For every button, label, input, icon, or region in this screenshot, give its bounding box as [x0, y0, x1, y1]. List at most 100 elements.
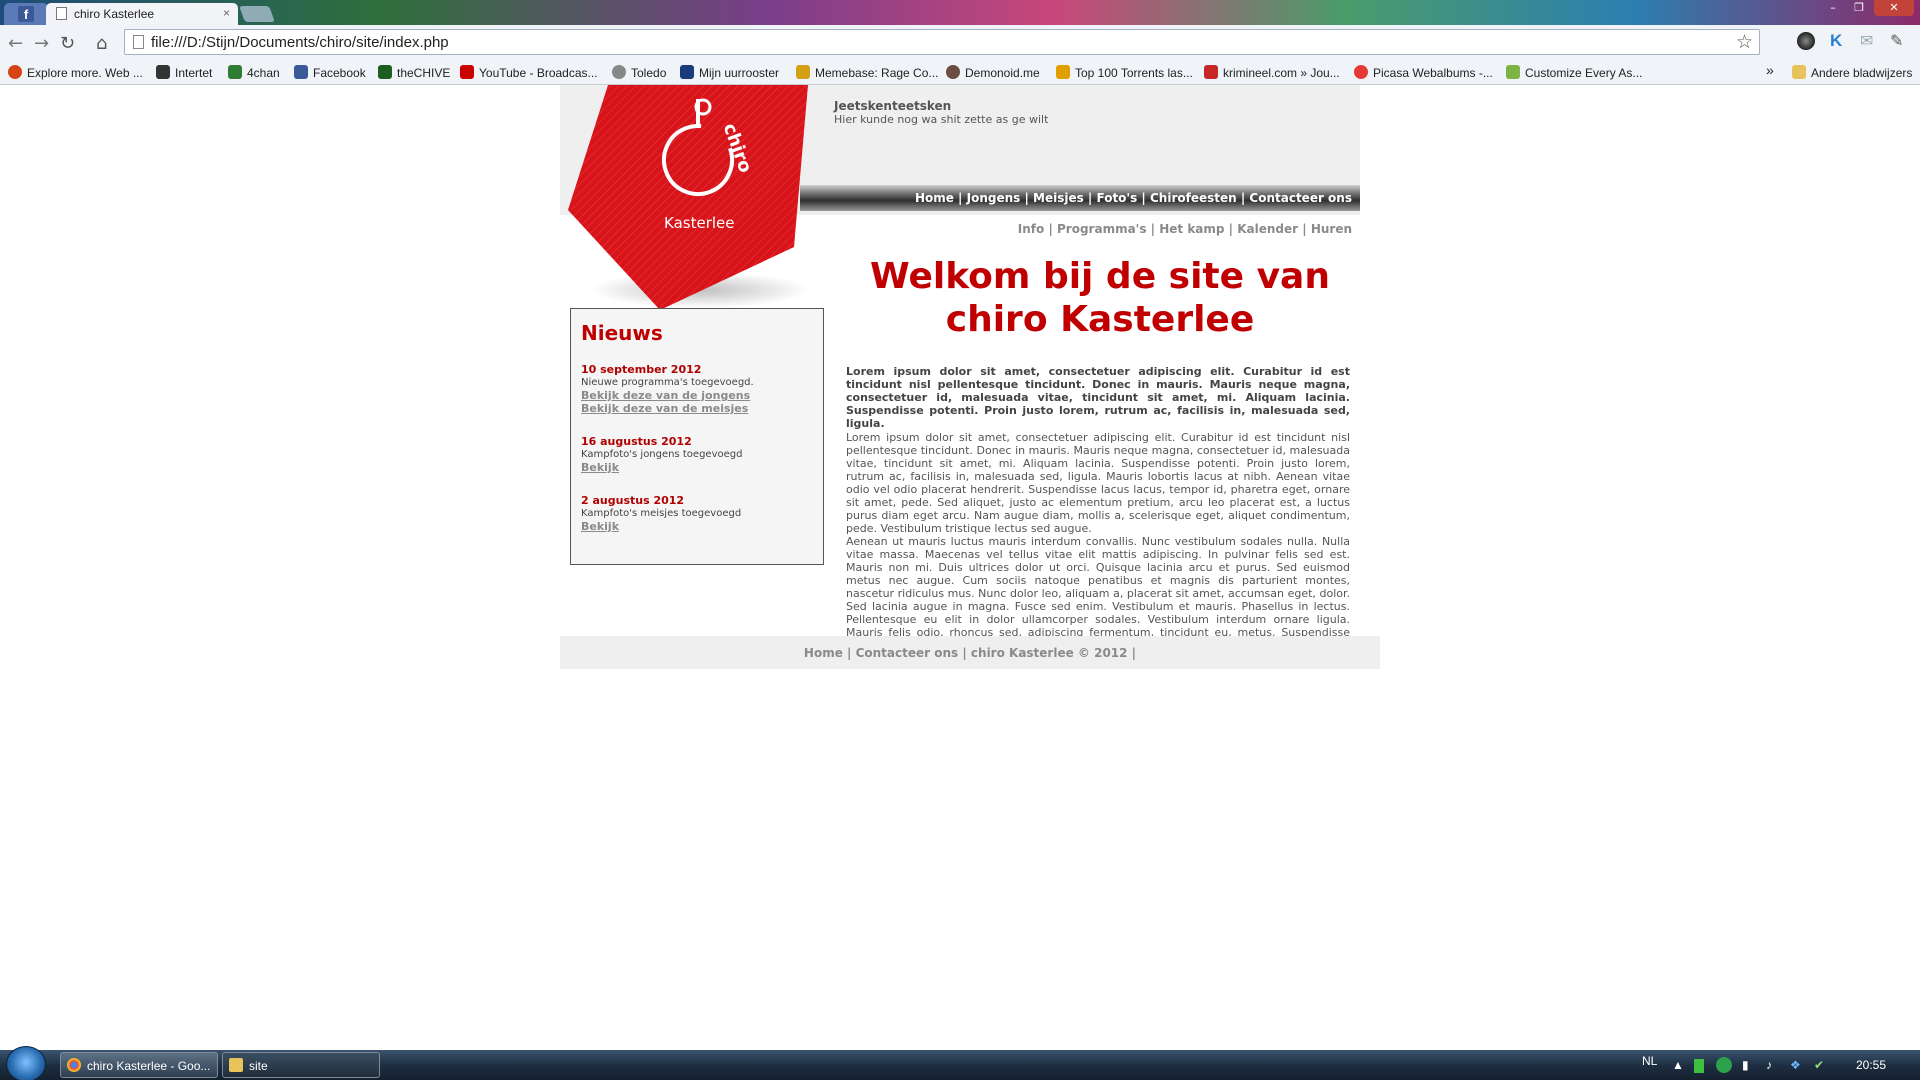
- folder-icon: [229, 1058, 243, 1072]
- taskbar-item-folder[interactable]: site: [222, 1052, 380, 1078]
- bookmark-favicon-icon: [228, 65, 242, 79]
- news-item: 16 augustus 2012 Kampfoto's jongens toeg…: [581, 435, 813, 474]
- maximize-button[interactable]: ❐: [1848, 0, 1870, 16]
- chrome-icon: [67, 1058, 81, 1072]
- news-text: Kampfoto's meisjes toegevoegd: [581, 508, 742, 519]
- page-icon: [56, 7, 67, 20]
- tab-title: chiro Kasterlee: [74, 7, 155, 21]
- taskbar-item-chrome[interactable]: chiro Kasterlee - Goo...: [60, 1052, 218, 1078]
- new-tab-button[interactable]: [239, 6, 275, 22]
- bookmark-favicon-icon: [156, 65, 170, 79]
- news-link[interactable]: Bekijk: [581, 520, 813, 533]
- extension-k-icon[interactable]: K: [1830, 31, 1848, 50]
- network-icon[interactable]: ▮: [1742, 1058, 1749, 1072]
- bookmark-item[interactable]: krimineel.com » Jou...: [1204, 65, 1340, 80]
- intro-paragraph: Lorem ipsum dolor sit amet, consectetuer…: [846, 365, 1350, 430]
- show-hidden-icons-icon[interactable]: ▲: [1672, 1058, 1684, 1072]
- site-footer: Home | Contacteer ons | chiro Kasterlee …: [560, 636, 1380, 669]
- page-icon: [133, 35, 144, 49]
- news-text: Kampfoto's jongens toegevoegd: [581, 449, 743, 460]
- home-icon[interactable]: ⌂: [96, 33, 107, 54]
- bookmark-favicon-icon: [8, 65, 22, 79]
- bookmark-favicon-icon: [294, 65, 308, 79]
- bookmark-item[interactable]: Facebook: [294, 65, 366, 80]
- volume-icon[interactable]: ♪: [1766, 1058, 1772, 1072]
- news-date: 10 september 2012: [581, 363, 702, 376]
- tab-strip: f chiro Kasterlee × – ❐ ✕: [0, 0, 1920, 25]
- windows-taskbar: chiro Kasterlee - Goo... site NL ▲ ▮ ♪ ❖…: [0, 1046, 1920, 1080]
- url-text[interactable]: file:///D:/Stijn/Documents/chiro/site/in…: [151, 34, 449, 51]
- bookmark-item[interactable]: Customize Every As...: [1506, 65, 1642, 80]
- bookmark-item[interactable]: 4chan: [228, 65, 280, 80]
- whatsapp-icon[interactable]: [1716, 1057, 1732, 1073]
- browser-toolbar: ← → ↻ ⌂ file:///D:/Stijn/Documents/chiro…: [0, 25, 1920, 60]
- bookmark-favicon-icon: [612, 65, 626, 79]
- reload-icon[interactable]: ↻: [60, 33, 75, 54]
- window-controls: – ❐ ✕: [1822, 0, 1914, 16]
- update-icon[interactable]: ✔: [1814, 1058, 1824, 1072]
- news-link[interactable]: Bekijk: [581, 461, 813, 474]
- bookmarks-bar: Explore more. Web ... Intertet 4chan Fac…: [0, 60, 1920, 85]
- extension-mail-icon[interactable]: ✉: [1860, 31, 1878, 50]
- news-box: Nieuws 10 september 2012 Nieuwe programm…: [570, 308, 824, 565]
- wrench-icon[interactable]: ✎: [1890, 31, 1908, 50]
- news-item: 2 augustus 2012 Kampfoto's meisjes toege…: [581, 494, 813, 533]
- bookmarks-more-icon[interactable]: »: [1766, 62, 1774, 78]
- other-bookmarks-folder[interactable]: Andere bladwijzers: [1792, 65, 1912, 80]
- news-item: 10 september 2012 Nieuwe programma's toe…: [581, 363, 813, 415]
- tab-close-icon[interactable]: ×: [223, 6, 230, 20]
- battery-icon[interactable]: [1694, 1059, 1704, 1073]
- main-navigation: Home | Jongens | Meisjes | Foto's | Chir…: [800, 185, 1360, 211]
- news-date: 16 augustus 2012: [581, 435, 692, 448]
- sub-navigation[interactable]: Info | Programma's | Het kamp | Kalender…: [1018, 222, 1352, 236]
- folder-icon: [1792, 65, 1806, 79]
- news-date: 2 augustus 2012: [581, 494, 685, 507]
- facebook-icon: f: [18, 6, 34, 22]
- body-paragraph: Aenean ut mauris luctus mauris interdum …: [846, 535, 1350, 652]
- close-window-button[interactable]: ✕: [1874, 0, 1914, 16]
- tab-chiro-kasterlee[interactable]: chiro Kasterlee ×: [46, 3, 238, 25]
- bookmark-item[interactable]: YouTube - Broadcas...: [460, 65, 598, 80]
- pinned-tab-facebook[interactable]: f: [4, 3, 48, 25]
- main-nav-links[interactable]: Home | Jongens | Meisjes | Foto's | Chir…: [915, 191, 1352, 205]
- bookmark-star-icon[interactable]: ☆: [1736, 31, 1753, 53]
- bookmark-favicon-icon: [796, 65, 810, 79]
- header-title: Jeetskenteetsken: [834, 99, 952, 113]
- bookmark-favicon-icon: [1506, 65, 1520, 79]
- start-button[interactable]: [6, 1046, 46, 1080]
- news-text: Nieuwe programma's toegevoegd.: [581, 377, 754, 388]
- bookmark-item[interactable]: Intertet: [156, 65, 212, 80]
- welcome-heading: Welkom bij de site van chiro Kasterlee: [870, 256, 1330, 340]
- forward-arrow-icon[interactable]: →: [34, 33, 49, 54]
- extension-globe-icon[interactable]: [1797, 32, 1815, 50]
- logo-place: Kasterlee: [664, 214, 734, 232]
- back-arrow-icon[interactable]: ←: [8, 33, 23, 54]
- site-page: Jeetskenteetsken Hier kunde nog wa shit …: [560, 85, 1380, 670]
- bookmark-item[interactable]: Explore more. Web ...: [8, 65, 143, 80]
- chiro-logo[interactable]: chiro Kasterlee: [560, 85, 830, 310]
- bookmark-item[interactable]: Demonoid.me: [946, 65, 1040, 80]
- bookmark-favicon-icon: [1354, 65, 1368, 79]
- bookmark-item[interactable]: Mijn uurrooster: [680, 65, 779, 80]
- address-bar[interactable]: file:///D:/Stijn/Documents/chiro/site/in…: [124, 29, 1760, 55]
- news-link[interactable]: Bekijk deze van de jongens: [581, 389, 813, 402]
- language-indicator[interactable]: NL: [1642, 1054, 1657, 1068]
- bookmark-item[interactable]: Memebase: Rage Co...: [796, 65, 938, 80]
- bookmark-favicon-icon: [460, 65, 474, 79]
- bookmark-item[interactable]: Picasa Webalbums -...: [1354, 65, 1493, 80]
- bookmark-favicon-icon: [1056, 65, 1070, 79]
- body-paragraph: Lorem ipsum dolor sit amet, consectetuer…: [846, 431, 1350, 535]
- bookmark-favicon-icon: [680, 65, 694, 79]
- news-heading: Nieuws: [581, 321, 663, 345]
- dropbox-icon[interactable]: ❖: [1790, 1058, 1801, 1072]
- bookmark-item[interactable]: Top 100 Torrents las...: [1056, 65, 1193, 80]
- bookmark-favicon-icon: [946, 65, 960, 79]
- news-link[interactable]: Bekijk deze van de meisjes: [581, 402, 813, 415]
- bookmark-favicon-icon: [378, 65, 392, 79]
- header-subtitle: Hier kunde nog wa shit zette as ge wilt: [834, 113, 1049, 126]
- footer-links[interactable]: Home | Contacteer ons | chiro Kasterlee …: [804, 646, 1136, 660]
- clock[interactable]: 20:55: [1856, 1058, 1886, 1072]
- bookmark-item[interactable]: theCHIVE: [378, 65, 450, 80]
- minimize-button[interactable]: –: [1822, 0, 1844, 16]
- bookmark-item[interactable]: Toledo: [612, 65, 666, 80]
